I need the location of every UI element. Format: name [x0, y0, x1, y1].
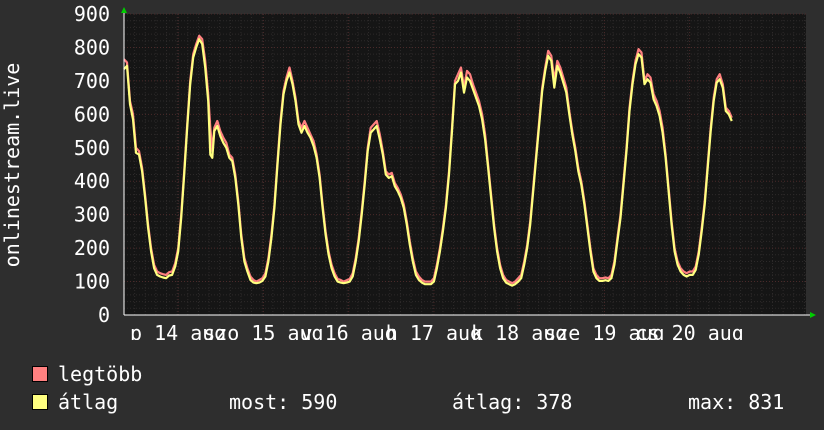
legend-label-legtobb: legtöbb — [58, 362, 143, 386]
plot-area — [124, 14, 806, 315]
y-tick-label: 900 — [74, 2, 110, 26]
y-tick-label: 0 — [98, 303, 110, 327]
x-tick-label: v 16 aug — [300, 321, 396, 340]
y-tick-label: 600 — [74, 102, 110, 126]
stat-atlag: átlag: 378 — [452, 390, 573, 414]
stat-max: max: 831 — [688, 390, 785, 414]
y-axis-arrow — [121, 7, 127, 13]
x-tick-label: h 17 aug — [386, 321, 482, 340]
x-axis-arrow — [810, 312, 816, 318]
y-axis-label: onlinestream.live — [0, 63, 24, 268]
stat-most: most: 590 — [229, 390, 338, 414]
legend-swatch-atlag — [32, 394, 48, 410]
y-tick-label: 800 — [74, 35, 110, 59]
chart: 0100200300400500600700800900p 14 augszo … — [0, 2, 816, 340]
y-tick-label: 200 — [74, 236, 110, 260]
y-tick-label: 500 — [74, 136, 110, 160]
y-tick-label: 100 — [74, 270, 110, 294]
legend-swatch-legtobb — [32, 366, 48, 382]
y-tick-label: 300 — [74, 203, 110, 227]
y-tick-label: 400 — [74, 169, 110, 193]
x-tick-label: cs 20 aug — [635, 321, 743, 340]
y-tick-label: 700 — [74, 69, 110, 93]
legend-label-atlag: átlag — [58, 390, 119, 414]
